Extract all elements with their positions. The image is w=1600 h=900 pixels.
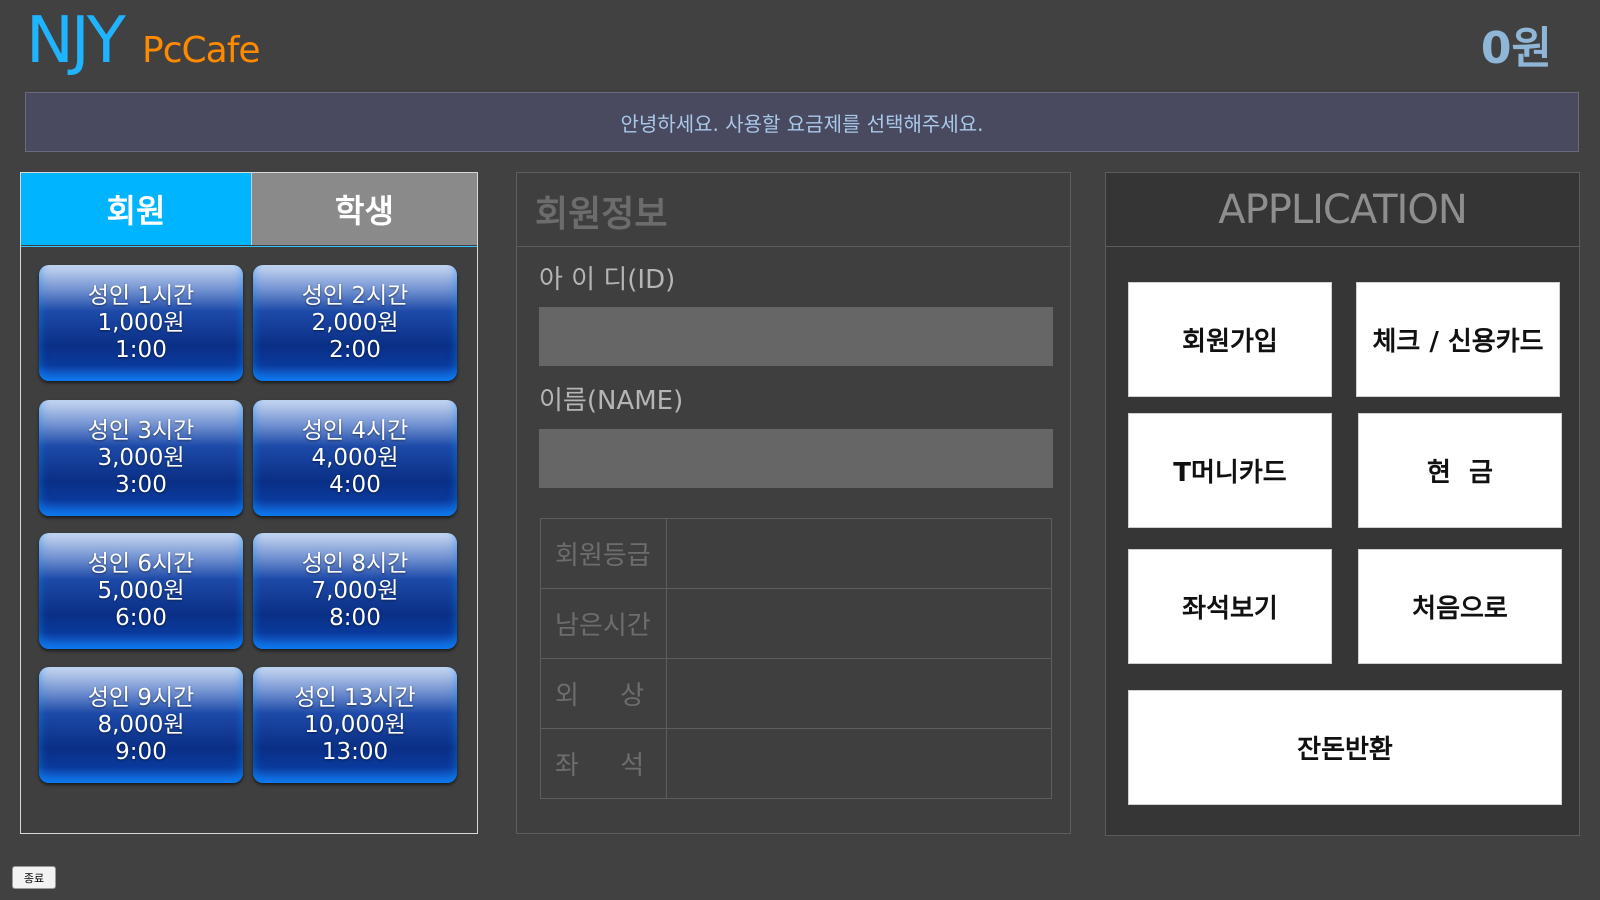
plan-time: 4:00 bbox=[329, 471, 381, 498]
member-info-title: 회원정보 bbox=[535, 194, 668, 235]
cash-button[interactable]: 현 금 bbox=[1358, 413, 1562, 528]
plan-price: 4,000원 bbox=[311, 444, 399, 471]
seat-value bbox=[666, 728, 1052, 799]
tab-student[interactable]: 학생 bbox=[251, 173, 477, 245]
table-row: 남은시간 bbox=[540, 588, 1052, 659]
member-info-header: 회원정보 bbox=[517, 173, 1070, 247]
name-label: 이름(NAME) bbox=[539, 386, 684, 416]
plan-name: 성인 2시간 bbox=[301, 282, 409, 309]
plan-time: 8:00 bbox=[329, 604, 381, 631]
exit-button[interactable]: 종료 bbox=[12, 866, 56, 889]
plan-button-6h[interactable]: 성인 6시간 5,000원 6:00 bbox=[39, 533, 243, 649]
card-payment-button[interactable]: 체크 / 신용카드 bbox=[1356, 282, 1560, 397]
plan-name: 성인 4시간 bbox=[301, 417, 409, 444]
plan-button-13h[interactable]: 성인 13시간 10,000원 13:00 bbox=[253, 667, 457, 783]
table-row: 외 상 bbox=[540, 658, 1052, 729]
plan-name: 성인 9시간 bbox=[87, 684, 195, 711]
credit-value bbox=[666, 658, 1052, 729]
id-field[interactable] bbox=[539, 307, 1053, 366]
plan-button-8h[interactable]: 성인 8시간 7,000원 8:00 bbox=[253, 533, 457, 649]
application-panel: APPLICATION 회원가입 체크 / 신용카드 T머니카드 현 금 좌석보… bbox=[1105, 172, 1580, 836]
id-label: 아 이 디(ID) bbox=[539, 265, 676, 295]
tmoney-button[interactable]: T머니카드 bbox=[1128, 413, 1332, 528]
member-info-panel: 회원정보 아 이 디(ID) 이름(NAME) 회원등급 남은시간 외 상 좌 … bbox=[516, 172, 1071, 834]
plan-price: 1,000원 bbox=[97, 309, 185, 336]
plan-time: 2:00 bbox=[329, 336, 381, 363]
plan-name: 성인 13시간 bbox=[294, 684, 416, 711]
member-detail-table: 회원등급 남은시간 외 상 좌 석 bbox=[540, 518, 1052, 799]
application-header: APPLICATION bbox=[1106, 173, 1579, 247]
remaining-time-label: 남은시간 bbox=[540, 588, 667, 659]
plan-time: 6:00 bbox=[115, 604, 167, 631]
plan-button-9h[interactable]: 성인 9시간 8,000원 9:00 bbox=[39, 667, 243, 783]
logo-njy: NJY bbox=[26, 4, 126, 78]
plan-button-2h[interactable]: 성인 2시간 2,000원 2:00 bbox=[253, 265, 457, 381]
member-grade-value bbox=[666, 518, 1052, 589]
notice-bar: 안녕하세요. 사용할 요금제를 선택해주세요. bbox=[25, 92, 1579, 152]
member-grade-label: 회원등급 bbox=[540, 518, 667, 589]
plan-button-3h[interactable]: 성인 3시간 3,000원 3:00 bbox=[39, 400, 243, 516]
seat-label: 좌 석 bbox=[540, 728, 667, 799]
plan-price: 5,000원 bbox=[97, 577, 185, 604]
plan-time: 13:00 bbox=[321, 738, 389, 765]
table-row: 좌 석 bbox=[540, 728, 1052, 799]
plan-price: 2,000원 bbox=[311, 309, 399, 336]
plan-price: 10,000원 bbox=[304, 711, 406, 738]
home-button[interactable]: 처음으로 bbox=[1358, 549, 1562, 664]
remaining-time-value bbox=[666, 588, 1052, 659]
plan-price: 7,000원 bbox=[311, 577, 399, 604]
plan-time: 3:00 bbox=[115, 471, 167, 498]
plan-name: 성인 3시간 bbox=[87, 417, 195, 444]
plan-time: 9:00 bbox=[115, 738, 167, 765]
logo-pccafe: PcCafe bbox=[142, 30, 261, 71]
plan-name: 성인 1시간 bbox=[87, 282, 195, 309]
plan-button-1h[interactable]: 성인 1시간 1,000원 1:00 bbox=[39, 265, 243, 381]
name-field[interactable] bbox=[539, 429, 1053, 488]
signup-button[interactable]: 회원가입 bbox=[1128, 282, 1332, 397]
plan-panel: 회원 학생 성인 1시간 1,000원 1:00 성인 2시간 2,000원 2… bbox=[20, 172, 478, 834]
application-title: APPLICATION bbox=[1218, 186, 1468, 233]
plan-time: 1:00 bbox=[115, 336, 167, 363]
tab-member[interactable]: 회원 bbox=[21, 173, 251, 245]
plan-tabs: 회원 학생 bbox=[21, 173, 477, 247]
plan-name: 성인 6시간 bbox=[87, 550, 195, 577]
plan-price: 3,000원 bbox=[97, 444, 185, 471]
seat-view-button[interactable]: 좌석보기 bbox=[1128, 549, 1332, 664]
return-change-button[interactable]: 잔돈반환 bbox=[1128, 690, 1562, 805]
plan-button-4h[interactable]: 성인 4시간 4,000원 4:00 bbox=[253, 400, 457, 516]
table-row: 회원등급 bbox=[540, 518, 1052, 589]
plan-price: 8,000원 bbox=[97, 711, 185, 738]
credit-label: 외 상 bbox=[540, 658, 667, 729]
balance-amount: 0원 bbox=[1480, 23, 1552, 74]
plan-name: 성인 8시간 bbox=[301, 550, 409, 577]
